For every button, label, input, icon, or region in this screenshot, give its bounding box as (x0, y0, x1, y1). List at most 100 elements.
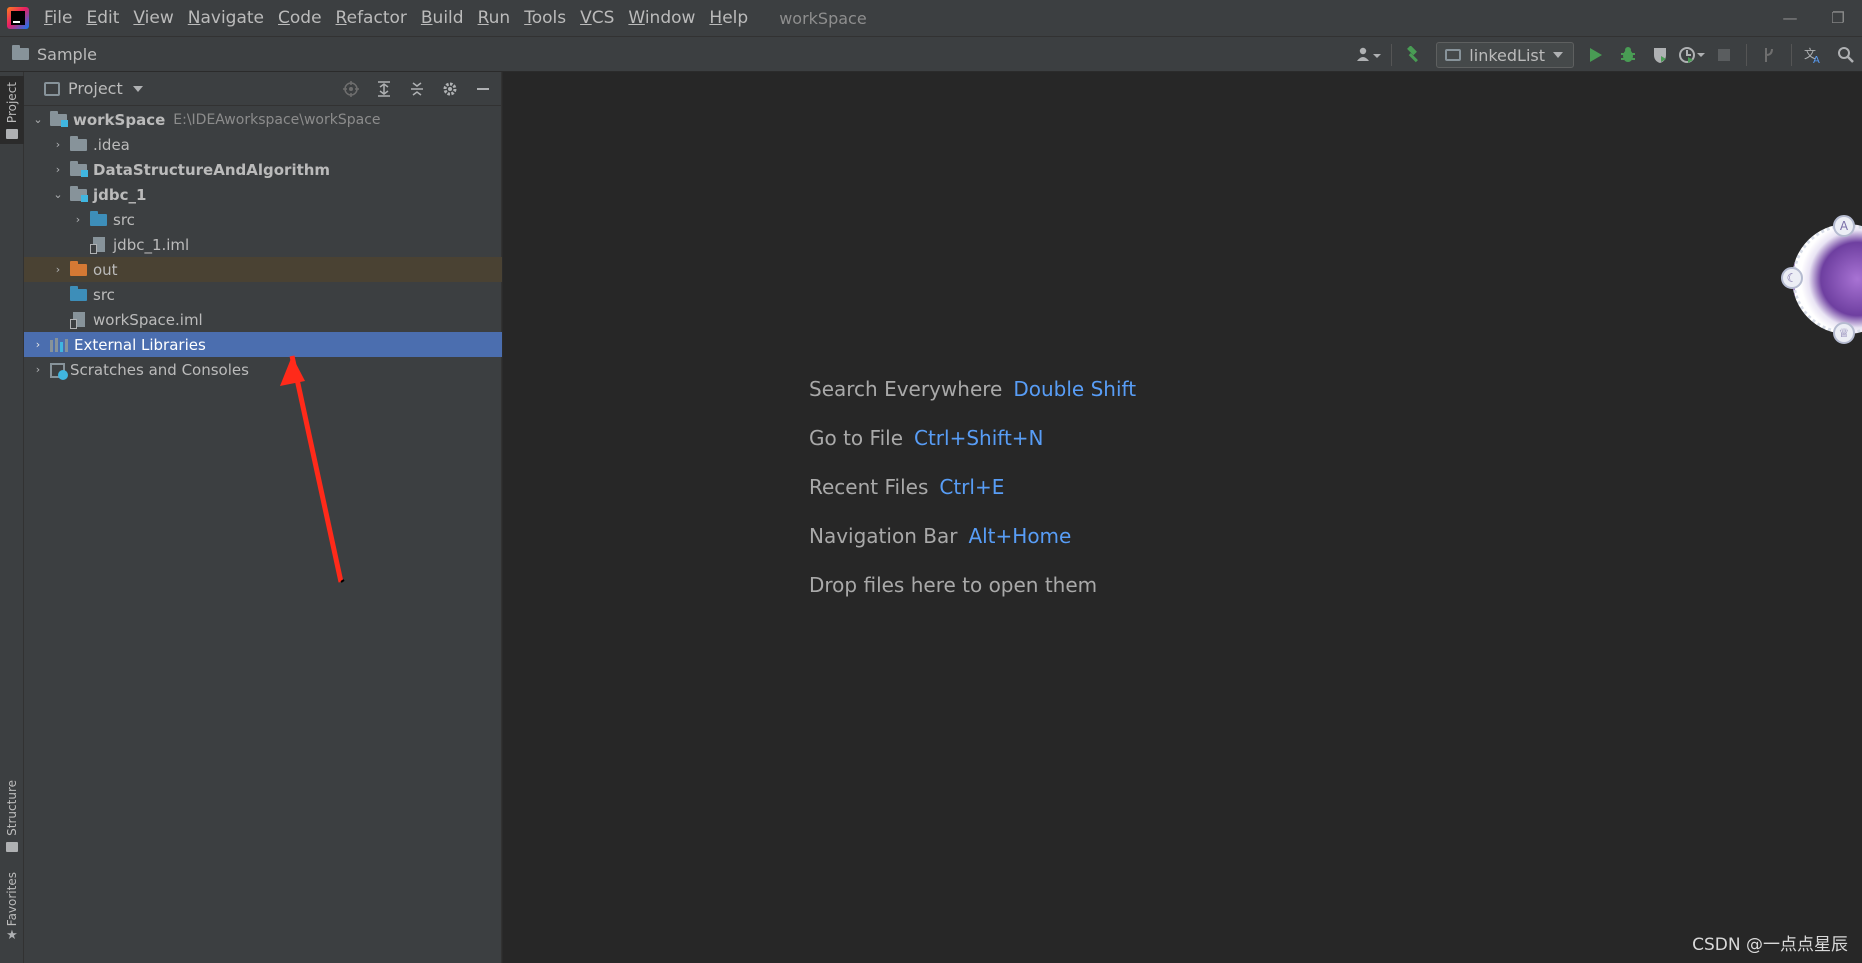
menu-window[interactable]: Window (621, 8, 702, 28)
window-controls: — ❐ (1766, 0, 1862, 36)
chevron-down-icon[interactable]: ⌄ (30, 112, 46, 128)
menu-file[interactable]: File (37, 8, 79, 28)
project-panel-title[interactable]: Project (68, 79, 123, 98)
menu-help[interactable]: Help (702, 8, 755, 28)
hint-label: Drop files here to open them (809, 572, 1098, 597)
tree-node-label: External Libraries (74, 335, 206, 354)
restore-button[interactable]: ❐ (1814, 0, 1862, 36)
star-icon: ★ (6, 928, 18, 944)
tree-node-workspace[interactable]: ⌄ workSpace E:\IDEAworkspace\workSpace (24, 107, 502, 132)
hint-label: Recent Files (809, 474, 929, 499)
menu-refactor[interactable]: Refactor (329, 8, 414, 28)
menu-bar: File Edit View Navigate Code Refactor Bu… (0, 0, 1862, 36)
tree-node-out[interactable]: › out (24, 257, 502, 282)
user-icon[interactable] (1355, 41, 1383, 69)
badge-a-icon: A (1833, 215, 1855, 237)
tree-node-scratches[interactable]: › Scratches and Consoles (24, 357, 502, 382)
libraries-icon (50, 337, 68, 352)
debug-bug-icon[interactable] (1614, 41, 1642, 69)
tree-node-jdbc-1[interactable]: ⌄ jdbc_1 (24, 182, 502, 207)
left-tool-strip: Project Structure Favorites ★ (0, 72, 24, 963)
toolbar-separator (1791, 44, 1792, 66)
search-icon[interactable] (1832, 41, 1860, 69)
iml-file-icon (70, 312, 85, 329)
intellij-logo-icon (7, 7, 29, 29)
hint-drop-files: Drop files here to open them (809, 560, 1136, 609)
stop-icon[interactable] (1710, 41, 1738, 69)
project-tool-tab[interactable]: Project (0, 76, 24, 144)
menu-edit[interactable]: Edit (79, 8, 126, 28)
chevron-right-icon[interactable]: › (70, 212, 86, 228)
tree-node-label: .idea (93, 135, 130, 154)
shirt-icon: ♕ (1833, 322, 1855, 344)
avatar-widget[interactable]: A ☾ ♕ (1781, 215, 1862, 344)
hint-label: Search Everywhere (809, 376, 1003, 401)
module-folder-icon (70, 185, 88, 202)
tree-node-external-libraries[interactable]: › External Libraries (24, 332, 502, 357)
run-configuration-select[interactable]: linkedList (1436, 42, 1574, 68)
toolbar-separator (1746, 44, 1747, 66)
project-view-icon (44, 81, 60, 96)
minimize-button[interactable]: — (1766, 0, 1814, 36)
menu-run[interactable]: Run (471, 8, 518, 28)
chevron-right-icon[interactable]: › (50, 162, 66, 178)
hint-label: Go to File (809, 425, 903, 450)
chevron-down-icon[interactable]: ⌄ (50, 187, 66, 203)
chevron-down-icon[interactable] (132, 85, 143, 92)
chevron-right-icon[interactable]: › (50, 262, 66, 278)
iml-file-icon (90, 237, 105, 254)
chevron-right-icon[interactable]: › (30, 337, 46, 353)
module-folder-icon (50, 110, 68, 127)
tree-node-src[interactable]: src (24, 282, 502, 307)
menu-view[interactable]: View (126, 8, 180, 28)
structure-tab-label: Structure (5, 780, 19, 836)
source-folder-icon (70, 285, 87, 301)
project-panel-header: Project (24, 72, 501, 106)
breadcrumb[interactable]: Sample (12, 45, 97, 64)
hide-panel-icon[interactable] (469, 75, 497, 103)
build-hammer-icon[interactable] (1400, 41, 1428, 69)
favorites-tool-tab[interactable]: Favorites ★ (0, 872, 24, 962)
editor-empty-hints: Search Everywhere Double Shift Go to Fil… (809, 364, 1136, 609)
moon-icon: ☾ (1781, 267, 1803, 289)
tree-node-label: jdbc_1.iml (113, 235, 190, 254)
expand-all-icon[interactable] (370, 75, 398, 103)
tree-node-jdbc-src[interactable]: › src (24, 207, 502, 232)
scratches-icon (50, 362, 68, 380)
menu-build[interactable]: Build (414, 8, 471, 28)
vcs-branch-icon[interactable] (1755, 41, 1783, 69)
source-folder-icon (90, 210, 107, 226)
menu-tools[interactable]: Tools (517, 8, 573, 28)
collapse-all-icon[interactable] (403, 75, 431, 103)
watermark: CSDN @一点点星辰 (1692, 935, 1848, 955)
profile-icon[interactable] (1678, 41, 1706, 69)
menu-vcs[interactable]: VCS (573, 8, 621, 28)
run-icon[interactable] (1582, 41, 1610, 69)
favorites-tab-label: Favorites (5, 872, 19, 927)
project-tree: ⌄ workSpace E:\IDEAworkspace\workSpace ›… (24, 107, 502, 382)
tree-node-label: workSpace.iml (93, 310, 203, 329)
tree-node-datastructureandalgorithm[interactable]: › DataStructureAndAlgorithm (24, 157, 502, 182)
svg-text:A: A (1813, 55, 1820, 64)
menu-code[interactable]: Code (271, 8, 329, 28)
menu-navigate[interactable]: Navigate (181, 8, 271, 28)
translate-icon[interactable]: 文A (1800, 41, 1828, 69)
gear-icon[interactable] (436, 75, 464, 103)
folder-icon (12, 45, 29, 60)
tree-node-idea[interactable]: › .idea (24, 132, 502, 157)
coverage-shield-icon[interactable] (1646, 41, 1674, 69)
tree-node-jdbc-iml[interactable]: jdbc_1.iml (24, 232, 502, 257)
tree-node-label: workSpace (73, 110, 166, 129)
structure-tool-tab[interactable]: Structure (0, 780, 24, 866)
window-title: workSpace (779, 8, 867, 28)
hint-recent-files: Recent Files Ctrl+E (809, 462, 1136, 511)
module-folder-icon (70, 160, 88, 177)
application-icon (1445, 49, 1462, 61)
chevron-right-icon[interactable]: › (50, 137, 66, 153)
tree-node-label: src (93, 285, 115, 304)
locate-target-icon[interactable] (337, 75, 365, 103)
toolbar-separator (1391, 44, 1393, 66)
tree-node-workspace-iml[interactable]: workSpace.iml (24, 307, 502, 332)
chevron-right-icon[interactable]: › (30, 362, 46, 378)
hint-navigation-bar: Navigation Bar Alt+Home (809, 511, 1136, 560)
